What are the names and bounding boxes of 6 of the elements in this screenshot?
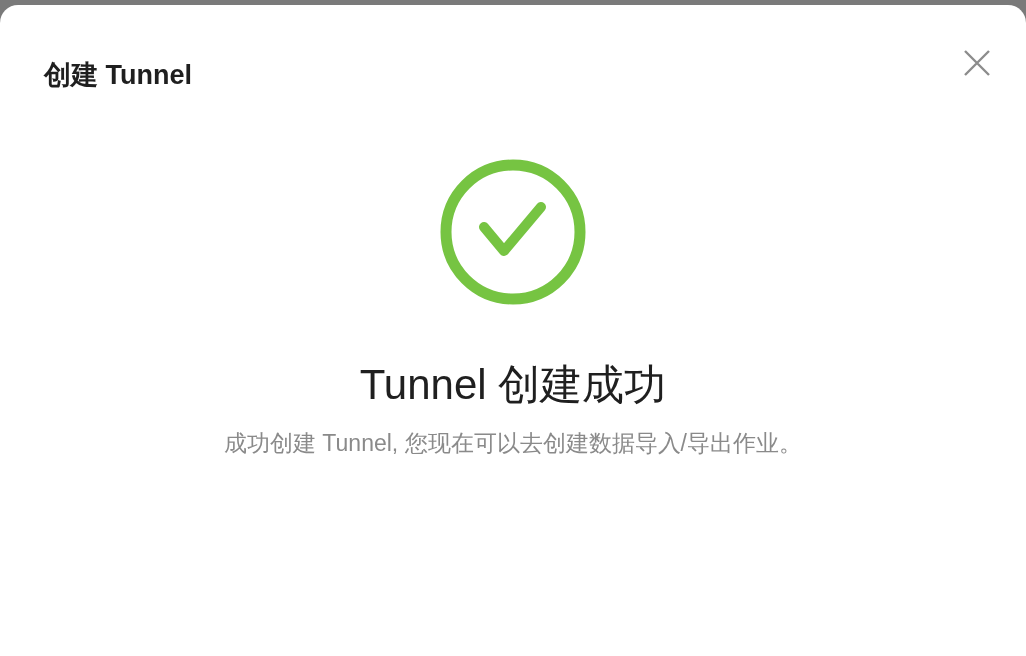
check-circle-icon: [440, 159, 586, 305]
success-heading: Tunnel 创建成功: [359, 360, 667, 410]
success-message: 成功创建 Tunnel, 您现在可以去创建数据导入/导出作业。: [223, 429, 802, 458]
dialog-title: 创建 Tunnel: [44, 59, 192, 92]
close-icon: [964, 50, 990, 76]
close-button[interactable]: [962, 48, 992, 78]
